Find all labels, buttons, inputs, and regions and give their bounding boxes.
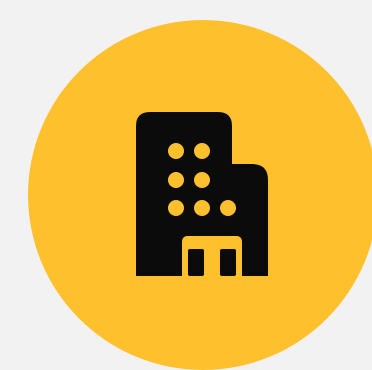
door-bars: [188, 249, 236, 276]
office-building-icon: [136, 112, 268, 276]
icon-canvas: [0, 0, 372, 370]
